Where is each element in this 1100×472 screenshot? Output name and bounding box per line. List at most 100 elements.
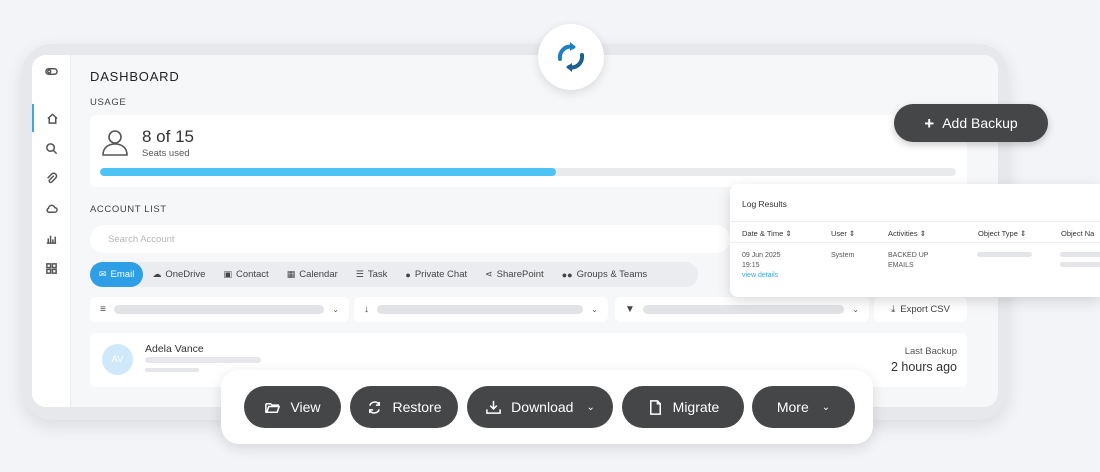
- account-placeholder-line: [145, 357, 261, 363]
- column-header[interactable]: Activities ⇕: [888, 229, 926, 238]
- tab-onedrive[interactable]: ☁ OneDrive: [143, 262, 214, 287]
- cloud-icon[interactable]: [32, 194, 71, 222]
- log-activity-line: EMAILS: [888, 262, 914, 269]
- tab-label: OneDrive: [165, 269, 206, 280]
- more-label: More: [776, 399, 809, 415]
- seats-progress-fill: [100, 168, 557, 176]
- log-date: 09 Jun 2025: [742, 252, 781, 259]
- share-icon: ⋖: [485, 269, 493, 279]
- tab-groups-teams[interactable]: ●● Groups & Teams: [553, 262, 656, 287]
- tab-label: Groups & Teams: [576, 269, 648, 280]
- tab-label: Calendar: [299, 269, 338, 280]
- log-date-cell: 09 Jun 2025 19:15 view details: [742, 251, 781, 281]
- avatar: AV: [102, 344, 133, 375]
- log-results-panel: Log Results Date & Time ⇕ User ⇕ Activit…: [730, 184, 1100, 297]
- migrate-label: Migrate: [672, 399, 720, 415]
- migrate-button[interactable]: Migrate: [622, 386, 744, 428]
- user-icon: [102, 130, 128, 156]
- log-activity-cell: BACKED UP EMAILS: [888, 251, 928, 271]
- view-button[interactable]: View: [244, 386, 341, 428]
- file-icon: [649, 399, 661, 415]
- calendar-icon: ▦: [286, 269, 296, 279]
- chevron-down-icon: ⌄: [852, 305, 859, 314]
- refresh-icon: [369, 400, 381, 414]
- service-tabs: ✉ Email ☁ OneDrive ▣ Contact ▦ Calendar ☰ Tas…: [90, 262, 698, 287]
- sort-dropdown[interactable]: ↓ ⌄: [354, 297, 608, 322]
- account-placeholder-line: [145, 368, 199, 372]
- filter-dropdown-2[interactable]: ▼ ⌄: [615, 297, 869, 322]
- download-icon: ⤓: [891, 304, 896, 315]
- bar-chart-icon[interactable]: [32, 224, 71, 252]
- column-header[interactable]: Object Na: [1061, 229, 1094, 238]
- view-label: View: [290, 399, 321, 415]
- add-backup-button[interactable]: + Add Backup: [894, 104, 1048, 142]
- filter-placeholder: [377, 305, 584, 314]
- chat-icon: ●: [405, 269, 411, 280]
- column-header[interactable]: Date & Time ⇕: [742, 229, 792, 238]
- account-name: Adela Vance: [145, 343, 204, 355]
- tab-label: Email: [110, 269, 135, 280]
- log-title: Log Results: [742, 199, 787, 209]
- tab-private-chat[interactable]: ● Private Chat: [396, 262, 476, 287]
- group-icon: ●●: [561, 269, 573, 280]
- log-placeholder-bar: [1060, 262, 1100, 267]
- grid-icon[interactable]: [32, 254, 71, 282]
- log-placeholder-bar: [1060, 252, 1100, 257]
- tab-task[interactable]: ☰ Task: [347, 262, 397, 287]
- tab-label: SharePoint: [496, 269, 544, 280]
- seats-count: 8 of 15: [142, 127, 194, 146]
- folder-open-icon: [265, 402, 281, 413]
- tab-calendar[interactable]: ▦ Calendar: [278, 262, 347, 287]
- export-csv-button[interactable]: ⤓ Export CSV: [874, 297, 967, 322]
- tab-contact[interactable]: ▣ Contact: [214, 262, 277, 287]
- download-button[interactable]: Download ⌄: [467, 386, 613, 428]
- search-icon[interactable]: [32, 134, 71, 162]
- paperclip-icon[interactable]: [32, 164, 71, 192]
- account-list-label: ACCOUNT LIST: [90, 204, 167, 215]
- tab-label: Task: [367, 269, 388, 280]
- view-details-link[interactable]: view details: [742, 271, 781, 281]
- contact-card-icon: ▣: [223, 269, 232, 279]
- tab-label: Contact: [235, 269, 269, 280]
- add-backup-label: Add Backup: [942, 115, 1018, 131]
- page-title: DASHBOARD: [90, 69, 180, 84]
- log-user-cell: System: [831, 252, 855, 259]
- toggle-icon[interactable]: [32, 57, 71, 85]
- list-icon: ☰: [355, 269, 364, 279]
- restore-button[interactable]: Restore: [350, 386, 458, 428]
- usage-card: 8 of 15 Seats used: [90, 115, 967, 187]
- seats-label: Seats used: [142, 148, 190, 159]
- last-backup-label: Last Backup: [904, 346, 957, 357]
- log-time: 19:15: [742, 262, 760, 269]
- cloud-icon: ☁: [152, 269, 162, 279]
- restore-label: Restore: [392, 399, 442, 415]
- filter-placeholder: [113, 305, 325, 314]
- column-header[interactable]: User ⇕: [831, 229, 855, 238]
- filter-placeholder: [642, 305, 845, 314]
- tab-email[interactable]: ✉ Email: [90, 262, 144, 287]
- tab-label: Private Chat: [414, 269, 468, 280]
- funnel-icon: ▼: [625, 304, 635, 315]
- sync-icon: [557, 42, 585, 72]
- chevron-down-icon: ⌄: [821, 401, 831, 413]
- plus-icon: +: [924, 113, 935, 133]
- search-account-input[interactable]: [90, 225, 730, 253]
- usage-label: USAGE: [90, 97, 127, 108]
- chevron-down-icon: ⌄: [332, 305, 339, 314]
- sort-icon: ↓: [364, 304, 369, 315]
- sidebar: [32, 55, 71, 407]
- action-toolbar: View Restore Download ⌄ Migrate More ⌄: [221, 370, 873, 444]
- more-button[interactable]: More ⌄: [752, 386, 855, 428]
- home-icon[interactable]: [32, 104, 71, 132]
- log-placeholder-bar: [977, 252, 1032, 257]
- download-label: Download: [511, 399, 574, 415]
- log-activity-line: BACKED UP: [888, 252, 929, 259]
- list-icon: ≡: [100, 304, 106, 315]
- last-backup-value: 2 hours ago: [890, 360, 957, 374]
- filter-dropdown-1[interactable]: ≡ ⌄: [90, 297, 349, 322]
- column-header[interactable]: Object Type ⇕: [978, 229, 1026, 238]
- export-label: Export CSV: [900, 304, 950, 315]
- seats-progress-bar: [100, 168, 956, 176]
- log-table-header: Date & Time ⇕ User ⇕ Activities ⇕ Object…: [730, 221, 1100, 243]
- tab-sharepoint[interactable]: ⋖ SharePoint: [476, 262, 553, 287]
